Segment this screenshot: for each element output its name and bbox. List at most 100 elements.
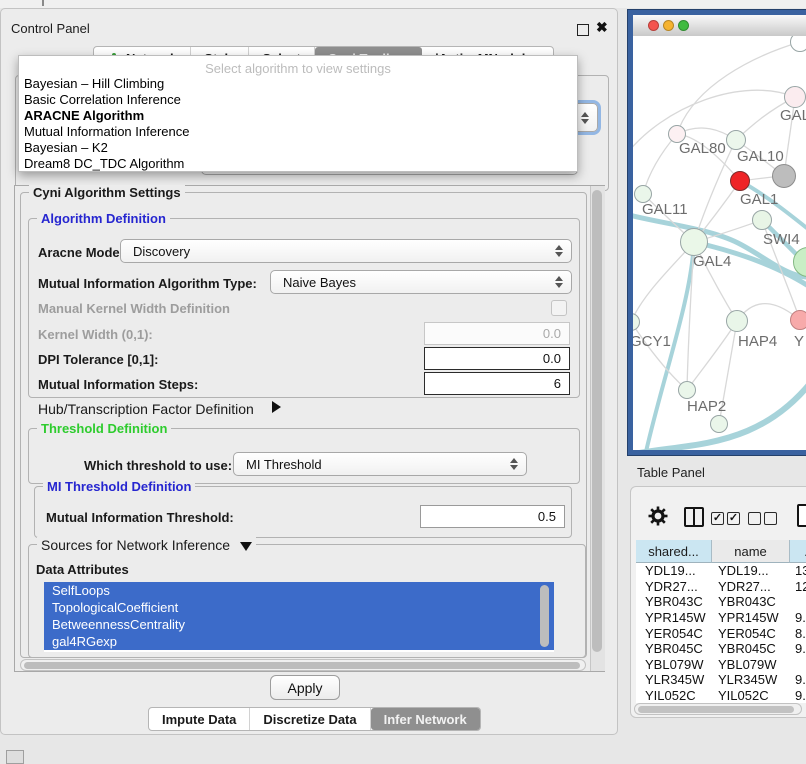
dpi-tolerance-input[interactable]: 0.0 (424, 347, 570, 370)
table-row[interactable]: YER054CYER054C8. (636, 625, 806, 641)
manual-kernel-label: Manual Kernel Width Definition (38, 301, 230, 316)
table-cell: YDL19... (636, 563, 712, 578)
settings-vscrollbar-thumb[interactable] (592, 190, 602, 652)
table-cell: YDR27... (712, 579, 790, 594)
apply-button[interactable]: Apply (270, 675, 340, 700)
checked-checkbox-icon[interactable]: ✓ (711, 512, 724, 525)
dpi-tolerance-label: DPI Tolerance [0,1]: (38, 352, 158, 367)
column-header[interactable]: name (712, 540, 790, 563)
expander-expanded-icon[interactable] (240, 542, 252, 551)
kernel-width-label: Kernel Width (0,1): (38, 327, 153, 342)
float-window-icon[interactable] (577, 24, 589, 36)
mi-type-combobox[interactable]: Naive Bayes (270, 270, 572, 294)
which-threshold-label: Which threshold to use: (84, 458, 232, 473)
which-threshold-combobox[interactable]: MI Threshold (233, 452, 527, 476)
network-node[interactable] (730, 171, 750, 191)
dropdown-item[interactable]: Bayesian – Hill Climbing (19, 76, 577, 92)
app-toolbar-edge (0, 0, 806, 8)
mi-steps-label: Mutual Information Steps: (38, 377, 198, 392)
close-traffic-light[interactable] (648, 20, 659, 31)
attribute-list-item[interactable]: SelfLoops (44, 582, 554, 599)
data-attributes-label: Data Attributes (36, 562, 129, 577)
group-title: Threshold Definition (37, 421, 171, 436)
network-node[interactable] (678, 381, 696, 399)
page-icon[interactable] (797, 504, 806, 527)
table-row[interactable]: YDR27...YDR27...12 (636, 579, 806, 595)
list-scrollbar-thumb[interactable] (540, 585, 549, 647)
aracne-mode-label: Aracne Mode: (38, 245, 124, 260)
table-row[interactable]: YIL052CYIL052C9. (636, 688, 806, 703)
table-cell: YER054C (636, 626, 712, 641)
bottom-tabs: Impute Data Discretize Data Infer Networ… (148, 707, 481, 731)
network-node[interactable] (680, 228, 708, 256)
hub-definition-label: Hub/Transcription Factor Definition (38, 401, 254, 417)
table-cell: YIL052C (636, 688, 712, 703)
kernel-width-input[interactable]: 0.0 (424, 322, 570, 345)
data-attributes-list[interactable]: SelfLoopsTopologicalCoefficientBetweenne… (44, 582, 554, 652)
manual-kernel-checkbox[interactable] (551, 300, 567, 316)
attribute-list-item[interactable]: BetweennessCentrality (44, 616, 554, 633)
expander-collapsed-icon[interactable] (272, 401, 281, 413)
table-cell: YPR145W (712, 610, 790, 625)
close-icon[interactable]: ✖ (596, 19, 608, 36)
node-label: GAL10 (737, 148, 784, 165)
combo-arrows-icon (555, 245, 563, 257)
attribute-list-item[interactable]: TopologicalCoefficient (44, 599, 554, 616)
table-cell: YBR045C (636, 641, 712, 656)
table-panel-title: Table Panel (637, 465, 705, 480)
attribute-list-item[interactable]: gal4RGexp (44, 633, 554, 650)
split-columns-icon[interactable] (684, 507, 704, 527)
table-row[interactable]: YDL19...YDL19...13 (636, 563, 806, 579)
settings-hscrollbar[interactable] (20, 659, 586, 671)
tab-impute-data[interactable]: Impute Data (149, 708, 250, 730)
mi-threshold-input[interactable]: 0.5 (420, 505, 565, 528)
dropdown-item[interactable]: Bayesian – K2 (19, 140, 577, 156)
tab-label: Impute Data (162, 712, 236, 727)
unchecked-checkbox-icon[interactable] (748, 512, 761, 525)
network-window-titlebar[interactable] (633, 15, 806, 37)
group-title: Sources for Network Inference (37, 537, 256, 553)
settings-hscrollbar-thumb[interactable] (24, 662, 580, 669)
table-row[interactable]: YLR345WYLR345W9. (636, 672, 806, 688)
column-header[interactable]: shared... (636, 540, 712, 563)
tab-infer-network[interactable]: Infer Network (371, 708, 480, 730)
table-row[interactable]: YBR045CYBR045C9. (636, 641, 806, 657)
network-canvas[interactable]: GALGAL80GAL10GAL1GAL11SWI4GAL4GCY1HAP4YH… (633, 36, 806, 450)
dropdown-item[interactable]: Basic Correlation Inference (19, 92, 577, 108)
table-cell: 9. (790, 641, 806, 656)
network-node[interactable] (710, 415, 728, 433)
combo-value: Naive Bayes (283, 275, 356, 290)
mi-type-label: Mutual Information Algorithm Type: (38, 276, 257, 291)
table-cell: YLR345W (712, 672, 790, 687)
table-row[interactable]: YPR145WYPR145W9. (636, 610, 806, 626)
gear-icon[interactable] (648, 506, 668, 531)
algorithm-dropdown-popup: Select algorithm to view settings Bayesi… (18, 55, 578, 172)
table-row[interactable]: YBL079WYBL079W (636, 657, 806, 673)
network-node[interactable] (726, 310, 748, 332)
minimize-traffic-light[interactable] (663, 20, 674, 31)
column-header[interactable]: A (790, 540, 806, 563)
table-hscrollbar[interactable] (634, 703, 802, 715)
network-node[interactable] (790, 310, 806, 330)
dropdown-item-selected[interactable]: ARACNE Algorithm (19, 108, 577, 124)
table-cell: YDR27... (636, 579, 712, 594)
checked-checkbox-icon[interactable]: ✓ (727, 512, 740, 525)
table-cell: 9. (790, 688, 806, 703)
tab-label: Discretize Data (263, 712, 356, 727)
table-cell: YBL079W (636, 657, 712, 672)
tab-discretize-data[interactable]: Discretize Data (250, 708, 370, 730)
network-node[interactable] (726, 130, 746, 150)
network-node[interactable] (752, 210, 772, 230)
zoom-traffic-light[interactable] (678, 20, 689, 31)
aracne-mode-combobox[interactable]: Discovery (120, 239, 572, 263)
table-row[interactable]: YBR043CYBR043C (636, 594, 806, 610)
mi-steps-input[interactable]: 6 (424, 372, 570, 395)
network-node[interactable] (772, 164, 796, 188)
network-node[interactable] (784, 86, 806, 108)
dropdown-item[interactable]: Mutual Information Inference (19, 124, 577, 140)
table-hscrollbar-thumb[interactable] (638, 706, 794, 713)
unchecked-checkbox-icon[interactable] (764, 512, 777, 525)
combo-arrows-icon (555, 276, 563, 288)
table-cell: 12 (790, 579, 806, 594)
dropdown-item[interactable]: Dream8 DC_TDC Algorithm (19, 156, 577, 172)
